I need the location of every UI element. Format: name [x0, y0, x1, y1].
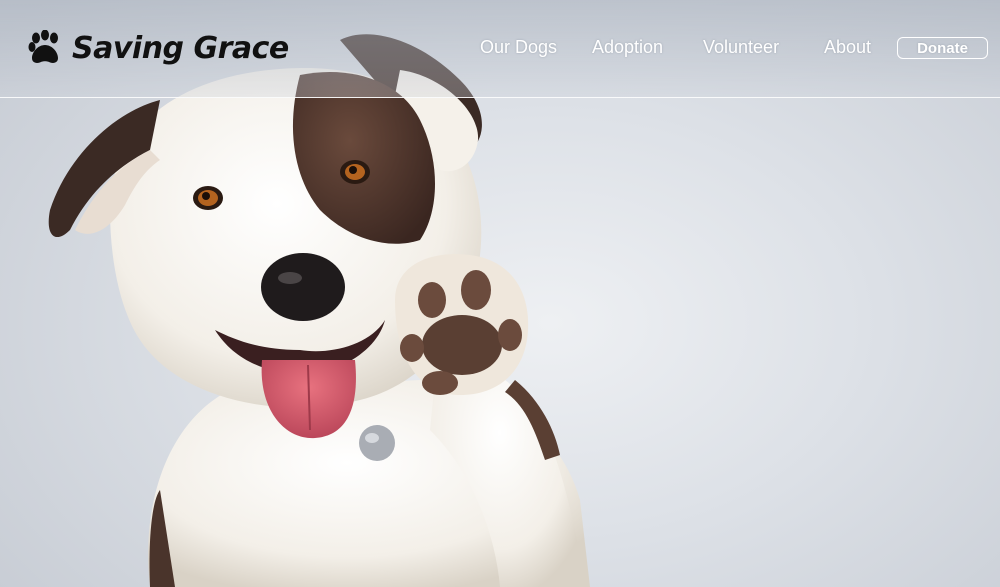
nav-link-our-dogs[interactable]: Our Dogs [480, 34, 557, 60]
nav-link-adoption[interactable]: Adoption [592, 34, 663, 60]
donate-button[interactable]: Donate [897, 37, 988, 59]
nav-link-volunteer[interactable]: Volunteer [703, 34, 779, 60]
nav-link-about[interactable]: About [824, 34, 871, 60]
main-nav: Our Dogs Adoption Volunteer About [0, 34, 1000, 62]
site-header: Saving Grace Our Dogs Adoption Volunteer… [0, 0, 1000, 98]
